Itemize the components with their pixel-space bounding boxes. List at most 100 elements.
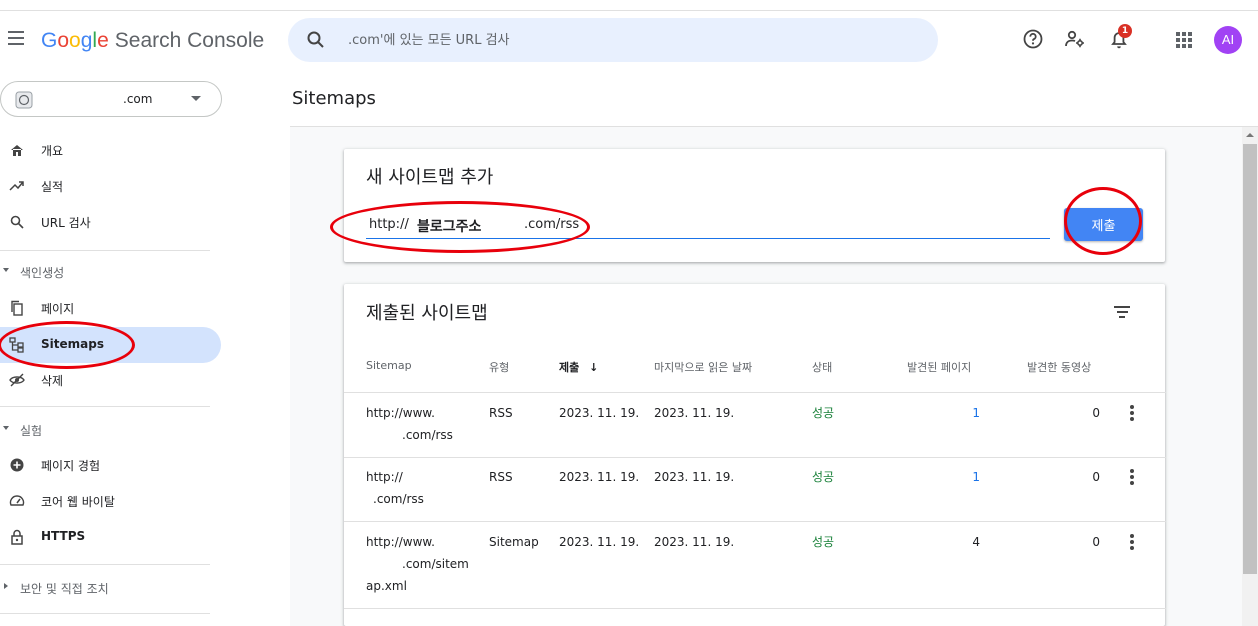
add-sitemap-title: 새 사이트맵 추가 xyxy=(366,167,494,188)
property-name: .com xyxy=(123,92,153,106)
google-apps-icon[interactable] xyxy=(1176,32,1194,48)
url-blog-address: 블로그주소 xyxy=(417,219,482,235)
help-icon[interactable] xyxy=(1022,28,1044,50)
sitemap-type: RSS xyxy=(489,406,513,420)
submit-button[interactable]: 제출 xyxy=(1064,208,1143,241)
file-copy-icon xyxy=(11,300,23,316)
more-options-icon[interactable] xyxy=(1130,469,1134,485)
discovered-videos-count: 0 xyxy=(1092,535,1100,549)
sitemap-url-line: ap.xml xyxy=(366,579,407,593)
sidebar-divider xyxy=(0,406,210,407)
section-indexing[interactable]: 색인생성 xyxy=(0,263,210,283)
page-title: Sitemaps xyxy=(292,88,376,109)
sidebar-divider xyxy=(0,250,210,251)
sidebar-item-removals[interactable]: 삭제 xyxy=(0,362,221,398)
section-experience[interactable]: 실험 xyxy=(0,421,210,441)
chevron-down-icon xyxy=(191,96,201,101)
account-avatar[interactable]: AI xyxy=(1214,26,1242,54)
submitted-sitemaps-title: 제출된 사이트맵 xyxy=(366,303,488,324)
product-name: Search Console xyxy=(114,29,265,52)
search-input[interactable] xyxy=(348,29,908,51)
sitemap-url-line: .com/rss xyxy=(373,492,424,506)
last-read-date: 2023. 11. 19. xyxy=(654,406,735,420)
status-badge: 성공 xyxy=(812,470,835,484)
top-app-bar: GoogleSearch Console 1 AI xyxy=(0,0,1258,80)
sitemap-url-field[interactable]: http:// 블로그주소 .com/rss xyxy=(366,209,1050,239)
sitemap-type: RSS xyxy=(489,470,513,484)
submitted-date: 2023. 11. 19. xyxy=(559,470,640,484)
speed-icon xyxy=(9,495,25,506)
sidebar-item-pages[interactable]: 페이지 xyxy=(0,290,221,326)
property-selector[interactable]: .com xyxy=(0,81,222,117)
column-header-discovered-videos[interactable]: 발견한 동영상 xyxy=(1027,359,1091,375)
sidebar-item-performance[interactable]: 실적 xyxy=(0,168,221,204)
sidebar-item-core-web-vitals[interactable]: 코어 웹 바이탈 xyxy=(0,483,221,519)
globe-icon xyxy=(15,91,33,109)
menu-icon[interactable] xyxy=(8,31,24,45)
visibility-off-icon xyxy=(9,373,25,387)
home-icon xyxy=(11,145,23,156)
add-sitemap-card: 새 사이트맵 추가 http:// 블로그주소 .com/rss 제출 xyxy=(344,149,1165,262)
section-security[interactable]: 보안 및 직접 조치 xyxy=(0,579,210,599)
column-header-last-read[interactable]: 마지막으로 읽은 날짜 xyxy=(654,359,752,375)
collapse-arrow-icon xyxy=(3,426,9,430)
notification-badge: 1 xyxy=(1118,24,1132,38)
status-badge: 성공 xyxy=(812,535,835,549)
google-search-console-logo[interactable]: Google Search Console xyxy=(41,29,264,53)
more-options-icon[interactable] xyxy=(1130,534,1134,550)
row-divider xyxy=(344,521,1166,522)
search-icon xyxy=(10,215,24,229)
collapse-arrow-icon xyxy=(3,268,9,272)
trending-up-icon xyxy=(9,181,24,191)
lock-icon xyxy=(11,529,23,545)
discovered-videos-count: 0 xyxy=(1092,470,1100,484)
sidebar-item-https[interactable]: HTTPS xyxy=(0,519,221,555)
sitemap-url-line: http:// xyxy=(366,470,403,484)
url-suffix: .com/rss xyxy=(524,217,580,232)
column-header-discovered-pages[interactable]: 발견된 페이지 xyxy=(907,359,971,375)
add-circle-icon xyxy=(10,458,24,472)
search-icon xyxy=(307,31,324,48)
url-prefix: http:// xyxy=(369,217,409,232)
sidebar-item-page-experience[interactable]: 페이지 경험 xyxy=(0,447,221,483)
arrow-down-icon: ↓ xyxy=(589,361,599,374)
top-divider xyxy=(0,10,1258,11)
sidebar-item-sitemaps[interactable]: Sitemaps xyxy=(0,327,221,363)
sitemap-url-line: .com/sitem xyxy=(402,557,469,571)
sidebar-nav: .com 개요 실적 URL 검사 색인생성 페이지 Sitemaps 삭제 실… xyxy=(0,80,230,626)
filter-icon[interactable] xyxy=(1112,306,1132,322)
more-options-icon[interactable] xyxy=(1130,405,1134,421)
sitemap-url-line: http://www. xyxy=(366,535,435,549)
column-header-sitemap[interactable]: Sitemap xyxy=(366,359,412,372)
sidebar-divider xyxy=(0,564,210,565)
sidebar-item-overview[interactable]: 개요 xyxy=(0,132,221,168)
last-read-date: 2023. 11. 19. xyxy=(654,535,735,549)
discovered-pages-count[interactable]: 4 xyxy=(940,531,980,553)
sitemap-icon xyxy=(9,337,24,353)
row-divider xyxy=(344,457,1166,458)
sitemap-type: Sitemap xyxy=(489,535,539,549)
expand-arrow-icon xyxy=(4,583,8,589)
column-header-type[interactable]: 유형 xyxy=(489,359,509,375)
sidebar-divider xyxy=(0,613,210,614)
scrollbar[interactable] xyxy=(1242,127,1258,626)
column-header-status[interactable]: 상태 xyxy=(812,359,832,375)
discovered-videos-count: 0 xyxy=(1092,406,1100,420)
submitted-sitemaps-card: 제출된 사이트맵 Sitemap 유형 제출 ↓ 마지막으로 읽은 날짜 상태 … xyxy=(344,284,1166,626)
row-divider xyxy=(344,608,1166,609)
url-inspection-search[interactable] xyxy=(288,18,938,62)
status-badge: 성공 xyxy=(812,406,835,420)
row-divider xyxy=(344,392,1166,393)
sitemap-url-line: .com/rss xyxy=(402,428,453,442)
submitted-date: 2023. 11. 19. xyxy=(559,535,640,549)
discovered-pages-count[interactable]: 1 xyxy=(940,466,980,488)
last-read-date: 2023. 11. 19. xyxy=(654,470,735,484)
sitemap-url-line: http://www. xyxy=(366,406,435,420)
sidebar-item-url-inspection[interactable]: URL 검사 xyxy=(0,204,221,240)
manage-users-icon[interactable] xyxy=(1064,28,1086,50)
scrollbar-thumb[interactable] xyxy=(1243,144,1257,574)
submitted-date: 2023. 11. 19. xyxy=(559,406,640,420)
column-header-submitted[interactable]: 제출 ↓ xyxy=(559,359,598,375)
discovered-pages-count[interactable]: 1 xyxy=(940,402,980,424)
scroll-up-arrow-icon[interactable] xyxy=(1246,133,1254,137)
